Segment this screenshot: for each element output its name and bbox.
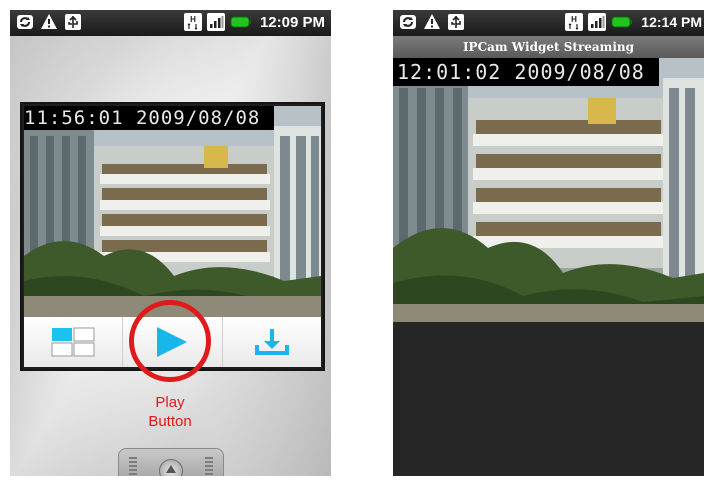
battery-icon: [611, 13, 633, 31]
annotation-line-1: Play: [155, 394, 185, 411]
data-icon: H: [565, 13, 584, 31]
timestamp-overlay: 11:56:01 2009/08/08: [24, 106, 275, 130]
launcher-arrow-icon: [159, 459, 183, 476]
timestamp-overlay: 12:01:02 2009/08/08: [393, 58, 659, 86]
status-bar: H 12:14 PM: [393, 10, 704, 36]
warning-icon: [40, 13, 58, 31]
status-bar: H 12:09 PM: [10, 10, 331, 36]
svg-text:H: H: [190, 15, 196, 24]
play-button-annotation: Play Button: [130, 393, 210, 431]
download-button[interactable]: [223, 317, 321, 367]
warning-icon: [423, 13, 441, 31]
battery-icon: [230, 13, 252, 31]
camera-snapshot[interactable]: 11:56:01 2009/08/08: [24, 106, 321, 317]
app-title: IPCam Widget Streaming: [393, 36, 704, 58]
usb-icon: [447, 13, 465, 31]
data-icon: H: [183, 13, 202, 31]
empty-dark-area: [393, 322, 704, 476]
sync-icon: [16, 13, 34, 31]
svg-text:H: H: [571, 15, 577, 24]
live-camera-stream[interactable]: 12:01:02 2009/08/08: [393, 58, 704, 322]
layout-grid-icon: [51, 327, 95, 357]
clock: 12:09 PM: [259, 13, 325, 31]
download-icon: [254, 327, 290, 357]
annotation-line-2: Button: [148, 413, 192, 430]
signal-icon: [206, 13, 225, 31]
grip-right: [205, 457, 213, 476]
launcher-handle[interactable]: [118, 448, 224, 476]
signal-icon: [588, 13, 607, 31]
play-button-highlight-circle: [129, 300, 211, 382]
usb-icon: [64, 13, 82, 31]
grip-left: [129, 457, 137, 476]
left-phone-screenshot: H 12:09 PM 11:56:01 2009/08/08 Play Butt…: [10, 10, 331, 476]
clock: 12:14 PM: [641, 14, 702, 30]
sync-icon: [399, 13, 417, 31]
layout-button[interactable]: [24, 317, 124, 367]
right-phone-screenshot: H 12:14 PM IPCam Widget Streaming 12:01:…: [393, 10, 704, 476]
